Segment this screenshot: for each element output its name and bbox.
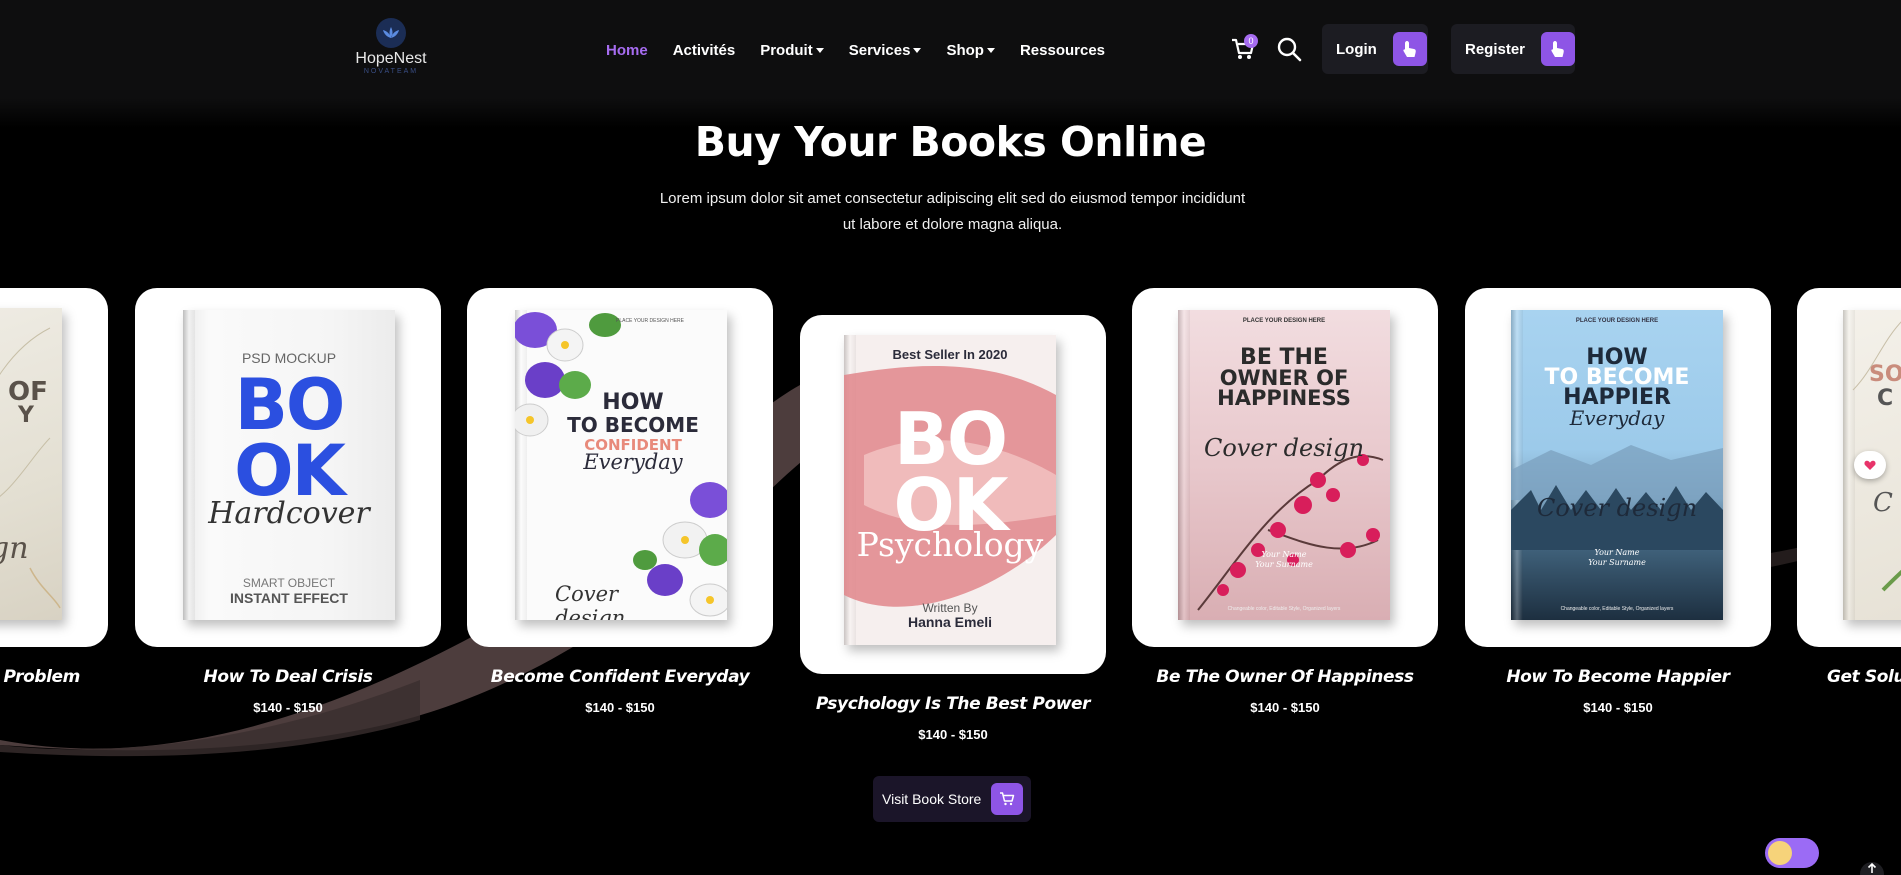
book-price: $140 - $150 <box>585 700 655 715</box>
visit-book-store-button[interactable]: Visit Book Store <box>873 776 1031 822</box>
cover-top-text: PLACE YOUR DESIGN HERE <box>616 318 684 324</box>
cover-text: SO <box>1869 362 1901 387</box>
cover-heading: HAPPINESS <box>1217 386 1351 410</box>
section-title: Buy Your Books Online <box>694 118 1207 166</box>
nav-item-label: Activités <box>672 41 736 59</box>
book-title[interactable]: Get Solut <box>1827 667 1901 687</box>
cover-script: Cover design <box>1203 434 1365 462</box>
cart-button[interactable]: 0 <box>1230 34 1258 64</box>
nav-item-label: Services <box>848 41 911 59</box>
nav-item-shop[interactable]: Shop <box>946 42 995 59</box>
cover-footer: Changeable color, Editable Style, Organi… <box>1227 606 1341 612</box>
cover-top-text: PLACE YOUR DESIGN HERE <box>1575 318 1659 324</box>
chevron-down-icon <box>815 47 824 53</box>
pointer-hand-icon <box>1541 32 1575 66</box>
nav-item-label: Produit <box>760 41 813 59</box>
book-card[interactable]: PLACE YOUR DESIGN HERE HOW TO BECOME CON… <box>467 288 773 647</box>
nav-item-label: Home <box>606 41 648 59</box>
book-cover: OF Y gn <box>0 308 62 620</box>
cover-heading: HOW <box>602 390 664 415</box>
book-cover: PSD MOCKUP BO OK Hardcover SMART OBJECT … <box>183 310 395 620</box>
cover-top-text: PLACE YOUR DESIGN HERE <box>1242 318 1326 324</box>
cover-script: Psychology <box>856 525 1044 564</box>
cover-script: gn <box>0 531 29 566</box>
brand-logo[interactable]: HopeNest NOVATEAM <box>352 18 430 78</box>
book-card[interactable]: OF Y gn <box>0 288 108 647</box>
cover-script: Everyday <box>1569 406 1665 430</box>
cover-bottom-text: INSTANT EFFECT <box>230 590 348 606</box>
cover-text: Y <box>17 403 35 428</box>
book-price: $140 - $150 <box>253 700 323 715</box>
cover-footer: Changeable color, Editable Style, Organi… <box>1560 606 1674 612</box>
book-card-featured[interactable]: Best Seller In 2020 BO OK Psychology Wri… <box>800 315 1106 674</box>
cart-count-badge: 0 <box>1244 34 1258 48</box>
nav-item-services[interactable]: Services <box>849 42 922 59</box>
cover-text: C <box>1877 386 1894 411</box>
chevron-down-icon <box>986 47 995 53</box>
book-title[interactable]: How To Deal Crisis <box>135 667 441 687</box>
cover-top-text: Best Seller In 2020 <box>892 347 1008 362</box>
cover-name: Your Name <box>1594 548 1640 557</box>
cover-script: Cover design <box>555 582 626 620</box>
book-price: $140 - $150 <box>918 727 988 742</box>
cover-heading: BE THE <box>1240 345 1328 370</box>
cover-script: C <box>1873 488 1893 518</box>
cover-by-text: Written By <box>922 601 978 615</box>
arrow-up-icon <box>1867 862 1877 873</box>
book-title[interactable]: Be The Owner Of Happiness <box>1132 667 1438 687</box>
cover-heading: OWNER OF <box>1219 366 1349 390</box>
book-cover: Best Seller In 2020 BO OK Psychology Wri… <box>844 335 1056 645</box>
nav-item-label: Shop <box>946 41 984 59</box>
book-title[interactable]: Become Confident Everyday <box>467 667 773 687</box>
nav-item-activites[interactable]: Activités <box>673 42 736 59</box>
book-cover: PLACE YOUR DESIGN HERE BE THE OWNER OF H… <box>1178 310 1390 620</box>
nav-item-produit[interactable]: Produit <box>760 42 824 59</box>
search-icon <box>1277 37 1302 62</box>
book-card[interactable]: PSD MOCKUP BO OK Hardcover SMART OBJECT … <box>135 288 441 647</box>
book-title[interactable]: How To Become Happier <box>1465 667 1771 687</box>
cover-script: Hardcover <box>208 496 370 531</box>
book-card[interactable]: PLACE YOUR DESIGN HERE HOW TO BECOME HAP… <box>1465 288 1771 647</box>
moon-icon <box>1768 841 1792 865</box>
dark-mode-toggle[interactable] <box>1765 838 1819 868</box>
cart-icon <box>991 783 1024 815</box>
login-button[interactable]: Login <box>1322 24 1428 74</box>
book-price: $140 - $150 <box>1250 700 1320 715</box>
heart-icon <box>1864 460 1876 470</box>
cover-heading: HAPPIER <box>1563 385 1671 410</box>
wishlist-button[interactable] <box>1854 451 1886 479</box>
brand-name: HopeNest <box>355 50 427 67</box>
nav-item-label: Ressources <box>1019 41 1106 59</box>
brand-tagline: NOVATEAM <box>363 68 419 75</box>
search-button[interactable] <box>1276 36 1304 64</box>
book-card[interactable]: PLACE YOUR DESIGN HERE BE THE OWNER OF H… <box>1132 288 1438 647</box>
cover-script: Everyday <box>583 450 683 474</box>
book-title[interactable]: Psychology Is The Best Power <box>800 694 1106 714</box>
login-label: Login <box>1336 40 1377 58</box>
pointer-hand-icon <box>1392 32 1427 66</box>
book-cover: PLACE YOUR DESIGN HERE HOW TO BECOME CON… <box>515 310 727 620</box>
cover-bottom-text: SMART OBJECT <box>242 576 336 590</box>
section-subtitle: Lorem ipsum dolor sit amet consectetur a… <box>659 190 1246 233</box>
lotus-icon <box>376 18 406 48</box>
cover-script: Cover design <box>1536 494 1698 522</box>
book-price: $140 - $150 <box>1583 700 1653 715</box>
visit-book-store-label: Visit Book Store <box>882 791 982 807</box>
cover-name: Your Surname <box>1255 560 1313 569</box>
cover-heading: TO BECOME <box>567 413 699 437</box>
main-menu: Home Activités Produit Services Shop Res… <box>606 40 1130 60</box>
chevron-down-icon <box>913 47 922 53</box>
book-cover: PLACE YOUR DESIGN HERE HOW TO BECOME HAP… <box>1511 310 1723 620</box>
cover-name: Your Surname <box>1588 558 1646 567</box>
register-button[interactable]: Register <box>1451 24 1575 74</box>
nav-item-home[interactable]: Home <box>606 42 648 59</box>
nav-item-ressources[interactable]: Ressources <box>1020 42 1105 59</box>
cover-author: Hanna Emeli <box>907 614 993 630</box>
book-title[interactable]: y Problem <box>0 667 80 687</box>
cover-name: Your Name <box>1261 550 1307 559</box>
register-label: Register <box>1465 40 1526 58</box>
